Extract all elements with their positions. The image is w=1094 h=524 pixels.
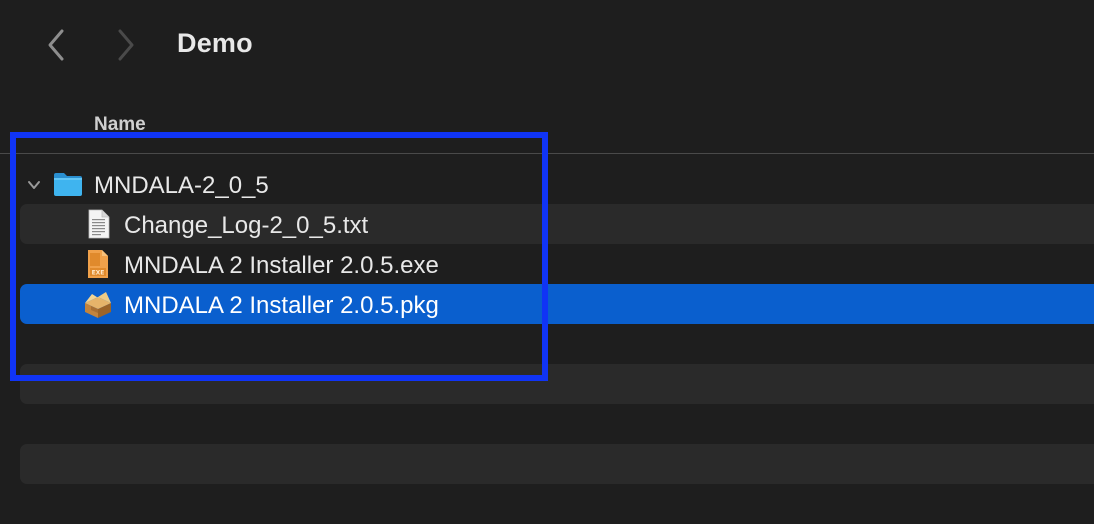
column-header: Name [0, 108, 1094, 154]
window-title: Demo [177, 28, 253, 58]
back-button[interactable] [36, 24, 76, 66]
list-item-pkg[interactable]: MNDALA 2 Installer 2.0.5.pkg [20, 284, 1094, 324]
file-name: MNDALA 2 Installer 2.0.5.pkg [124, 292, 439, 319]
file-name: Change_Log-2_0_5.txt [124, 212, 369, 239]
list-item-txt[interactable]: Change_Log-2_0_5.txt [20, 204, 1094, 244]
empty-row [20, 404, 1094, 444]
name-column-header[interactable]: Name [94, 114, 146, 136]
empty-row [20, 444, 1094, 484]
toolbar: Demo [0, 0, 1094, 92]
chevron-right-icon [118, 29, 134, 61]
list-item-exe[interactable]: EXE MNDALA 2 Installer 2.0.5.exe [20, 244, 1094, 284]
installer-package-icon [85, 292, 111, 318]
folder-icon [54, 173, 82, 196]
empty-row [20, 324, 1094, 364]
file-name: MNDALA 2 Installer 2.0.5.exe [124, 252, 439, 279]
text-document-icon [88, 209, 110, 239]
file-name: MNDALA-2_0_5 [94, 172, 269, 199]
exe-file-icon: EXE [88, 250, 108, 278]
svg-text:EXE: EXE [92, 270, 105, 277]
forward-button[interactable] [106, 24, 146, 66]
list-item-folder[interactable]: MNDALA-2_0_5 [20, 164, 1094, 204]
chevron-left-icon [48, 29, 64, 61]
chevron-down-icon[interactable] [26, 177, 42, 193]
empty-row [20, 364, 1094, 404]
file-list: MNDALA-2_0_5 Change_Log-2_0_5.txt EXE MN… [20, 164, 1094, 484]
